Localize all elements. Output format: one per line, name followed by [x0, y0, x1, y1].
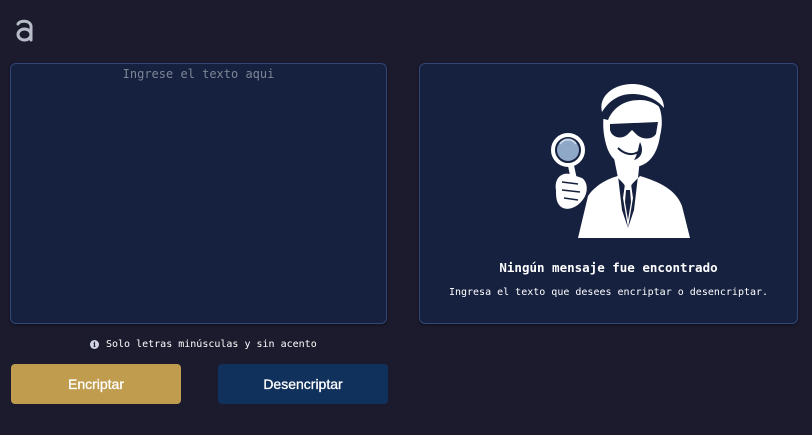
hint-text: Solo letras minúsculas y sin acento: [106, 339, 317, 350]
encrypt-button[interactable]: Encriptar: [11, 364, 181, 404]
detective-illustration: [551, 80, 690, 238]
logo-icon: [16, 19, 33, 42]
text-input[interactable]: [11, 64, 386, 323]
hint: i Solo letras minúsculas y sin acento: [90, 339, 317, 350]
empty-message-title: Ningún mensaje fue encontrado: [499, 260, 718, 275]
text-input-panel[interactable]: [10, 63, 387, 324]
empty-message-text: Ingresa el texto que desees encriptar o …: [448, 287, 769, 298]
output-panel: Ningún mensaje fue encontrado Ingresa el…: [419, 63, 798, 324]
decrypt-button[interactable]: Desencriptar: [218, 364, 388, 404]
info-icon: i: [90, 340, 99, 349]
